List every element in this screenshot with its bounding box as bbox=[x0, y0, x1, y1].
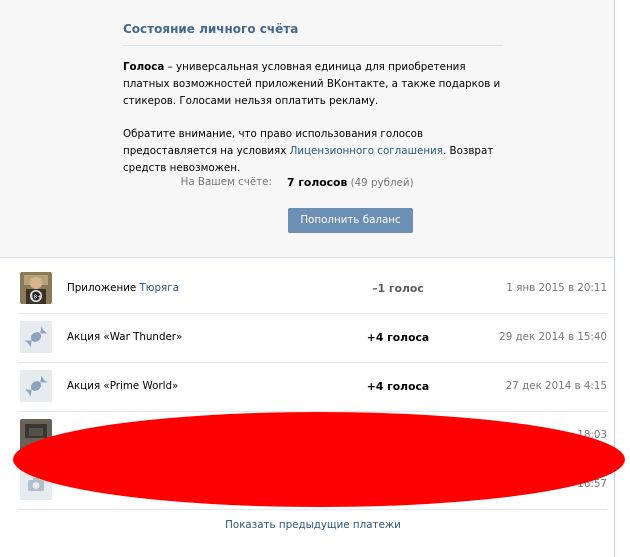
transaction-amount: +4 голоса bbox=[366, 331, 430, 344]
svg-text:18+: 18+ bbox=[30, 295, 42, 301]
votes-term: Голоса bbox=[123, 61, 165, 73]
balance-rubles: (49 рублей) bbox=[350, 177, 414, 189]
transaction-desc-text: Акция «Prime World» bbox=[67, 380, 179, 392]
redaction-overlay bbox=[13, 412, 625, 507]
candy-icon bbox=[20, 321, 52, 353]
transaction-date: 1 янв 2015 в 20:11 bbox=[506, 282, 607, 294]
balance-votes: 7 голосов bbox=[287, 176, 348, 189]
transaction-date: 27 дек 2014 в 4:15 bbox=[505, 380, 607, 392]
transaction-row: Акция «War Thunder» +4 голоса 29 дек 201… bbox=[18, 314, 607, 363]
show-previous-payments-link[interactable]: Показать предыдущие платежи bbox=[0, 519, 626, 531]
license-notice: Обратите внимание, что право использован… bbox=[123, 126, 508, 177]
transaction-date: 29 дек 2014 в 15:40 bbox=[499, 331, 607, 343]
section-title: Состояние личного счёта bbox=[123, 22, 503, 46]
transaction-amount: –1 голос bbox=[372, 282, 424, 295]
transaction-description: Приложение Тюряга bbox=[67, 282, 179, 294]
transaction-description: Акция «Prime World» bbox=[67, 380, 178, 392]
app-avatar-icon[interactable]: 18+ bbox=[20, 272, 52, 304]
top-up-balance-button[interactable]: Пополнить баланс bbox=[288, 208, 413, 233]
candy-icon bbox=[20, 370, 52, 402]
balance-label: На Вашем счёте: bbox=[180, 176, 272, 188]
app-link[interactable]: Тюряга bbox=[140, 282, 179, 294]
transaction-amount: +4 голоса bbox=[366, 380, 430, 393]
transaction-desc-text: Приложение bbox=[67, 282, 140, 294]
transaction-row: Акция «Prime World» +4 голоса 27 дек 201… bbox=[18, 363, 607, 412]
payments-panel: Состояние личного счёта Голоса – универс… bbox=[0, 0, 625, 557]
transaction-row: 18+ Приложение Тюряга –1 голос 1 янв 201… bbox=[18, 265, 607, 314]
transaction-desc-text: Акция «War Thunder» bbox=[67, 331, 183, 343]
balance-value: 7 голосов (49 рублей) bbox=[287, 176, 414, 189]
votes-description: Голоса – универсальная условная единица … bbox=[123, 59, 508, 110]
balance-section: Состояние личного счёта Голоса – универс… bbox=[0, 0, 614, 258]
license-agreement-link[interactable]: Лицензионного соглашения bbox=[290, 145, 443, 157]
votes-definition: – универсальная условная единица для при… bbox=[123, 61, 501, 107]
transaction-description: Акция «War Thunder» bbox=[67, 331, 182, 343]
